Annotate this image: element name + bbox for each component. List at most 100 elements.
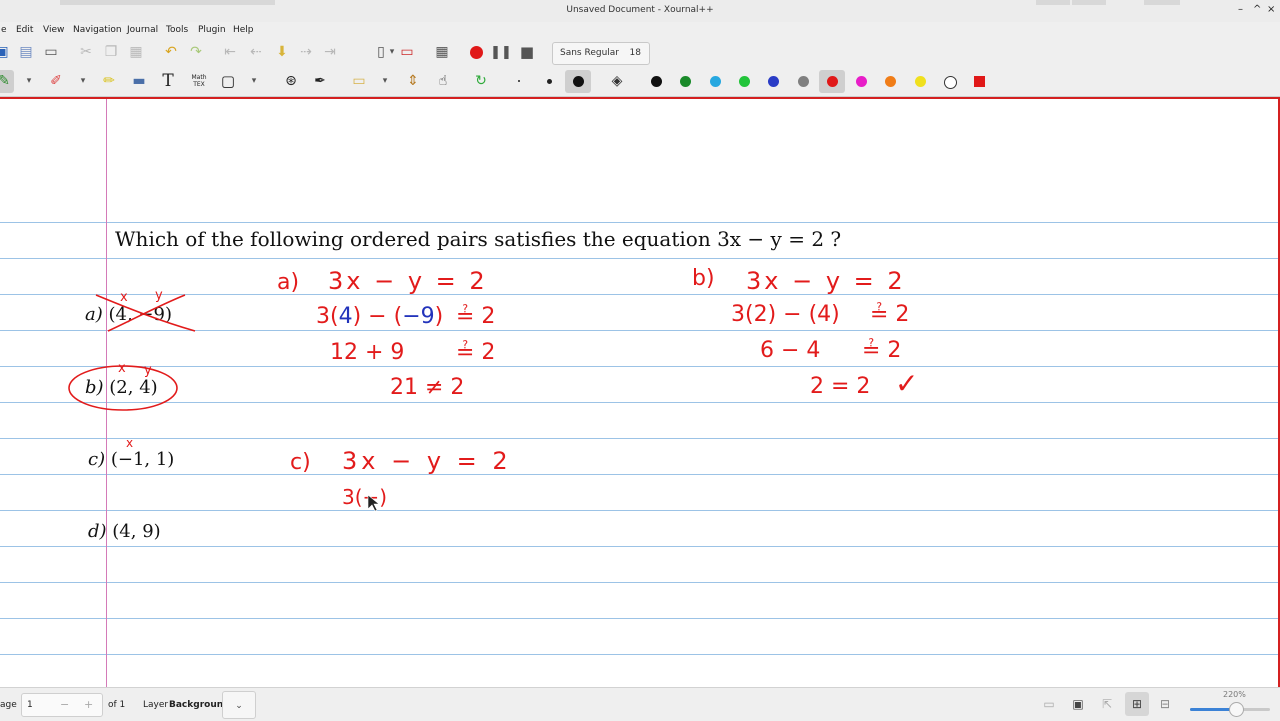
next-page-icon[interactable]: ⇢ (298, 44, 314, 60)
page-spinner[interactable]: 1 − + (21, 693, 103, 717)
medium-line-icon[interactable] (547, 79, 552, 84)
menu-view[interactable]: View (43, 25, 64, 35)
save-icon[interactable]: ▣ (0, 44, 10, 60)
stop-icon[interactable]: ■ (519, 43, 535, 61)
zoom-slider[interactable] (1190, 702, 1270, 717)
font-selector-button[interactable]: Sans Regular 18 (552, 42, 650, 65)
pen-icon[interactable]: ✎ (0, 73, 12, 89)
custom-color-icon[interactable] (971, 73, 987, 89)
color-swatch-6[interactable] (797, 76, 809, 87)
font-size: 18 (629, 48, 641, 58)
menu-navigation[interactable]: Navigation (73, 25, 122, 35)
fullscreen-icon[interactable]: ▣ (1071, 697, 1085, 711)
window-title: Unsaved Document - Xournal++ (566, 5, 714, 15)
layer-name: Background (169, 700, 230, 710)
maximize-icon[interactable]: ^ (1253, 4, 1261, 15)
last-page-icon[interactable]: ⇥ (322, 44, 338, 60)
eraser-icon[interactable]: ✐ (48, 73, 64, 89)
page-number-input[interactable]: 1 (27, 700, 33, 710)
ink-b-check: ✓ (895, 367, 918, 400)
zoom-fit-icon[interactable]: ⇱ (1100, 697, 1114, 711)
custom-color-swatch (973, 75, 985, 87)
minimize-icon[interactable]: – (1238, 4, 1243, 15)
redo-icon[interactable]: ↷ (188, 44, 204, 60)
menu-plugin[interactable]: Plugin (198, 25, 226, 35)
page-decrement-button[interactable]: − (60, 698, 69, 711)
ink-a-header: a) (277, 270, 299, 295)
menu-edit[interactable]: Edit (16, 25, 33, 35)
menu-journal[interactable]: Journal (127, 25, 158, 35)
main-toolbar: ▣ ▤ ▭ ✂ ❐ ▦ ↶ ↷ ⇤ ⇠ ⬇ ⇢ ⇥ ▯ ▾ ▭ ▦ ❚❚ ■ S… (0, 38, 1280, 67)
status-bar: age 1 − + of 1 Layer Background ⌄ ▭ ▣ ⇱ … (0, 687, 1280, 721)
vertical-space-icon[interactable]: ⇕ (405, 73, 421, 89)
color-swatch-2[interactable] (680, 76, 692, 87)
ink-b-line2: 3(2) − (4) (731, 302, 840, 327)
thick-line-icon[interactable] (573, 76, 584, 87)
undo-icon[interactable]: ↶ (163, 44, 179, 60)
chevron-down-icon[interactable]: ▾ (75, 73, 91, 89)
ink-mark-x-a: x (120, 290, 128, 305)
ink-b-header: b) (692, 266, 715, 291)
zoom-out-icon[interactable]: ⊟ (1158, 697, 1172, 711)
refresh-icon[interactable]: ↻ (473, 73, 489, 89)
chevron-down-icon[interactable]: ▾ (377, 73, 393, 89)
new-document-icon[interactable]: ▤ (18, 44, 34, 60)
ink-a-line3-eq: ≟ 2 (456, 340, 495, 365)
color-swatch-8[interactable] (856, 76, 868, 87)
paste-icon[interactable]: ▦ (128, 44, 144, 60)
color-swatch-10[interactable] (914, 76, 926, 87)
shape-recognizer-icon[interactable]: ⊛ (283, 73, 299, 89)
color-swatch-3[interactable] (709, 76, 721, 87)
image-icon[interactable]: ▬ (131, 73, 147, 89)
text-tool-icon[interactable]: T (160, 71, 176, 91)
rectangle-icon[interactable]: ▢ (220, 72, 236, 90)
delete-page-icon[interactable]: ▭ (399, 44, 415, 60)
menu-file[interactable]: e (1, 25, 7, 35)
layer-dropdown-button[interactable]: ⌄ (222, 691, 256, 719)
color-swatch-7[interactable] (826, 76, 838, 87)
color-swatch-11[interactable] (944, 76, 957, 89)
color-swatch-5[interactable] (768, 76, 780, 87)
fit-width-icon[interactable]: ▭ (1042, 697, 1056, 711)
page-increment-button[interactable]: + (84, 698, 93, 711)
goto-page-icon[interactable]: ⬇ (274, 44, 290, 60)
color-swatch-4[interactable] (738, 76, 750, 87)
chevron-down-icon[interactable]: ▾ (384, 44, 400, 60)
ink-a-line4: 21 ≠ 2 (390, 375, 464, 400)
ink-b-line3: 6 − 4 (760, 338, 820, 363)
select-rectangle-icon[interactable]: ▭ (351, 73, 367, 89)
latex-tool-icon[interactable]: Math TEX (188, 73, 210, 89)
record-icon[interactable] (470, 46, 483, 59)
close-icon[interactable]: × (1267, 4, 1275, 15)
color-swatch-1[interactable] (651, 76, 662, 87)
menu-tools[interactable]: Tools (166, 25, 188, 35)
presentation-icon[interactable]: ▦ (434, 44, 450, 60)
ink-a-line2-mid: ) − ( (353, 304, 403, 329)
first-page-icon[interactable]: ⇤ (222, 44, 238, 60)
document-canvas[interactable]: Which of the following ordered pairs sat… (0, 97, 1280, 687)
hand-icon[interactable]: ☝ (435, 73, 451, 89)
previous-page-icon[interactable]: ⇠ (248, 44, 264, 60)
chevron-down-icon[interactable]: ▾ (246, 73, 262, 89)
color-swatch-9[interactable] (885, 76, 897, 87)
ink-a-line2-post: ) (435, 304, 444, 329)
cut-icon[interactable]: ✂ (78, 44, 94, 60)
ink-c-header: c) (290, 450, 311, 475)
fill-icon[interactable]: ◈ (609, 73, 625, 89)
zoom-100-icon[interactable]: ⊞ (1125, 692, 1149, 716)
layer-label: Layer (143, 700, 169, 710)
highlighter-icon[interactable]: ✏ (101, 73, 117, 89)
ink-b-line3-eq: ≟ 2 (862, 338, 901, 363)
ink-a-line2-negnine: −9 (402, 304, 434, 329)
open-icon[interactable]: ▭ (43, 44, 59, 60)
ink-a-line2-pre: 3( (316, 304, 339, 329)
chevron-down-icon[interactable]: ▾ (21, 73, 37, 89)
latex-label-math: Math (191, 74, 207, 81)
menu-help[interactable]: Help (233, 25, 254, 35)
ink-b-line4: 2 = 2 (810, 374, 870, 399)
ruler-icon[interactable]: ✒ (312, 73, 328, 89)
thin-line-icon[interactable] (518, 80, 520, 82)
pause-icon[interactable]: ❚❚ (490, 44, 512, 60)
ink-a-line2-four: 4 (339, 304, 353, 329)
copy-icon[interactable]: ❐ (103, 44, 119, 60)
